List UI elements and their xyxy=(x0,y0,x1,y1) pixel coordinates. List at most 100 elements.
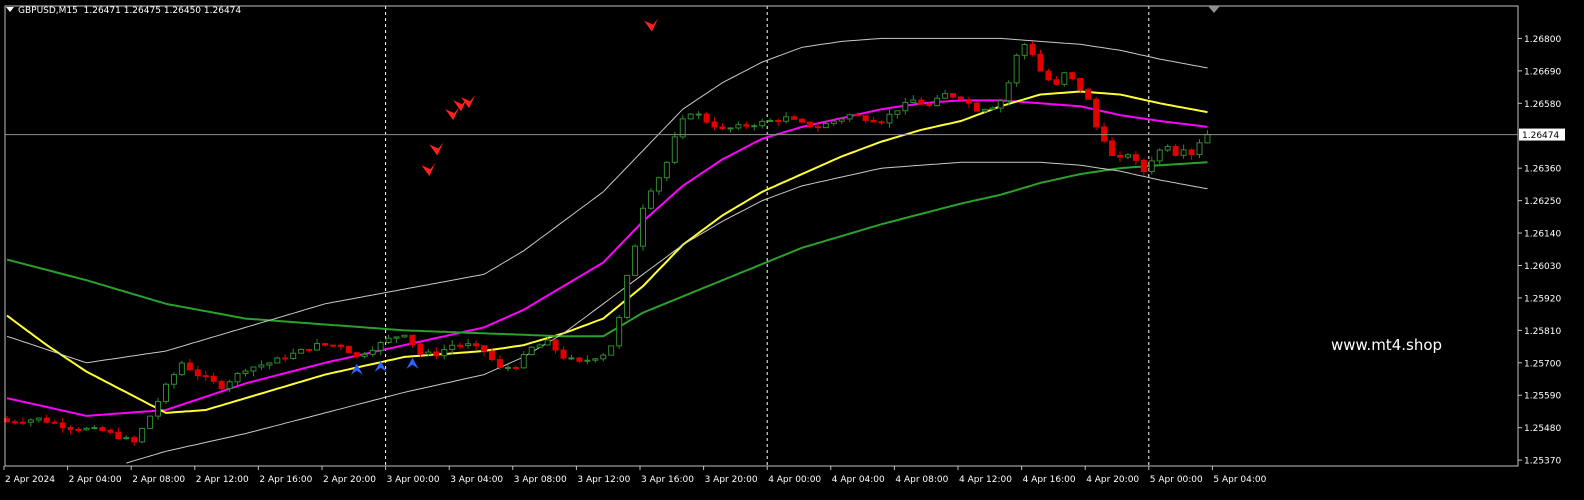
candle-body xyxy=(822,122,829,129)
candle-body xyxy=(814,126,821,129)
time-tick-label: 2 Apr 16:00 xyxy=(259,475,312,485)
time-tick-label: 5 Apr 00:00 xyxy=(1150,475,1203,485)
candle-body xyxy=(337,344,344,347)
symbol-label: GBPUSD,M15 xyxy=(18,6,78,16)
candle-body xyxy=(1172,146,1179,156)
collapse-triangle-icon[interactable] xyxy=(6,7,14,12)
candle-body xyxy=(862,115,869,121)
candle xyxy=(703,112,710,124)
candle xyxy=(155,397,162,420)
candle-body xyxy=(75,428,82,431)
candle-body xyxy=(870,119,877,123)
price-tick-label: 1.25920 xyxy=(1524,294,1561,304)
time-tick-label: 4 Apr 08:00 xyxy=(895,475,948,485)
candle-body xyxy=(1085,89,1092,100)
candle-body xyxy=(1156,149,1163,162)
candle-body xyxy=(377,342,384,351)
candle-body xyxy=(1117,154,1123,158)
candle-body xyxy=(989,107,996,110)
candle-body xyxy=(1037,53,1044,72)
candle-body xyxy=(806,121,813,128)
candle-body xyxy=(250,366,257,372)
candle-body xyxy=(894,110,901,115)
candle-body xyxy=(1124,154,1131,158)
candle-body xyxy=(27,419,34,423)
ohlc-high: 1.26475 xyxy=(123,6,161,16)
candle-body xyxy=(838,118,845,122)
candle-body xyxy=(115,431,122,439)
ohlc-close: 1.26474 xyxy=(203,6,242,16)
candle-body xyxy=(51,421,58,424)
time-tick-label: 5 Apr 04:00 xyxy=(1213,475,1266,485)
time-tick-label: 4 Apr 12:00 xyxy=(959,475,1012,485)
candle xyxy=(1085,87,1092,100)
candle xyxy=(178,360,185,377)
candle-body xyxy=(1061,72,1068,85)
price-chart[interactable]: 1.26800 1.26690 1.26580 1.26360 1.26250 1.261… xyxy=(0,0,1584,496)
candle-body xyxy=(226,381,233,390)
candle-body xyxy=(123,437,130,440)
ohlc-low: 1.26450 xyxy=(163,6,202,16)
candle xyxy=(616,315,623,349)
candle-body xyxy=(155,401,162,417)
candle-body xyxy=(647,190,654,209)
candle-body xyxy=(369,349,376,355)
candle-body xyxy=(1109,140,1116,156)
candle-body xyxy=(560,349,567,359)
candle xyxy=(298,348,305,354)
candle-body xyxy=(465,343,472,347)
candle-body xyxy=(1101,126,1108,142)
candle-body xyxy=(186,362,193,371)
candle-body xyxy=(496,359,503,369)
candle-body xyxy=(727,127,734,130)
candle-body xyxy=(1005,82,1012,102)
candle-body xyxy=(258,364,265,368)
candle xyxy=(1013,53,1020,87)
candle xyxy=(671,131,678,165)
time-tick-label: 2 Apr 08:00 xyxy=(132,475,185,485)
candle-body xyxy=(719,126,726,129)
candle-body xyxy=(600,354,607,360)
candle-body xyxy=(210,375,217,382)
candle-body xyxy=(624,274,631,318)
price-tick-label: 1.25370 xyxy=(1524,457,1561,467)
candle-body xyxy=(314,343,321,351)
candle-body xyxy=(457,344,464,347)
candle xyxy=(147,415,154,429)
candle xyxy=(624,274,631,320)
candle-body xyxy=(576,357,583,362)
candle-body xyxy=(385,337,392,344)
candle-body xyxy=(695,113,702,116)
candle-body xyxy=(1164,146,1171,151)
candle-body xyxy=(1180,149,1187,156)
time-tick-label: 4 Apr 20:00 xyxy=(1086,475,1139,485)
candle-body xyxy=(663,161,670,179)
candle-body xyxy=(743,124,750,127)
candle-body xyxy=(592,358,599,361)
price-tick-label: 1.25480 xyxy=(1524,424,1561,434)
candle-body xyxy=(290,352,297,360)
candle-body xyxy=(83,427,90,431)
candle-body xyxy=(218,380,225,390)
candle-body xyxy=(950,93,957,98)
time-tick-label: 2 Apr 20:00 xyxy=(323,475,376,485)
candle-body xyxy=(854,114,861,117)
candle xyxy=(1045,68,1052,81)
candle-body xyxy=(488,350,495,361)
time-tick-label: 2 Apr 2024 xyxy=(5,475,55,485)
candle-body xyxy=(170,374,177,385)
candle-body xyxy=(481,345,487,352)
candle xyxy=(973,101,980,112)
candle-body xyxy=(11,421,18,424)
price-tick-label: 1.26690 xyxy=(1524,67,1561,77)
chart-canvas[interactable]: 1.26800 1.26690 1.26580 1.26360 1.26250 1.261… xyxy=(0,0,1584,496)
candle-body xyxy=(926,103,933,107)
candle-body xyxy=(981,108,988,112)
candle-body xyxy=(202,375,209,378)
candle xyxy=(274,356,281,364)
time-tick-label: 3 Apr 04:00 xyxy=(450,475,503,485)
candle-body xyxy=(655,177,662,192)
candle xyxy=(1077,78,1084,92)
candle-body xyxy=(329,344,336,347)
time-tick-label: 4 Apr 00:00 xyxy=(768,475,821,485)
